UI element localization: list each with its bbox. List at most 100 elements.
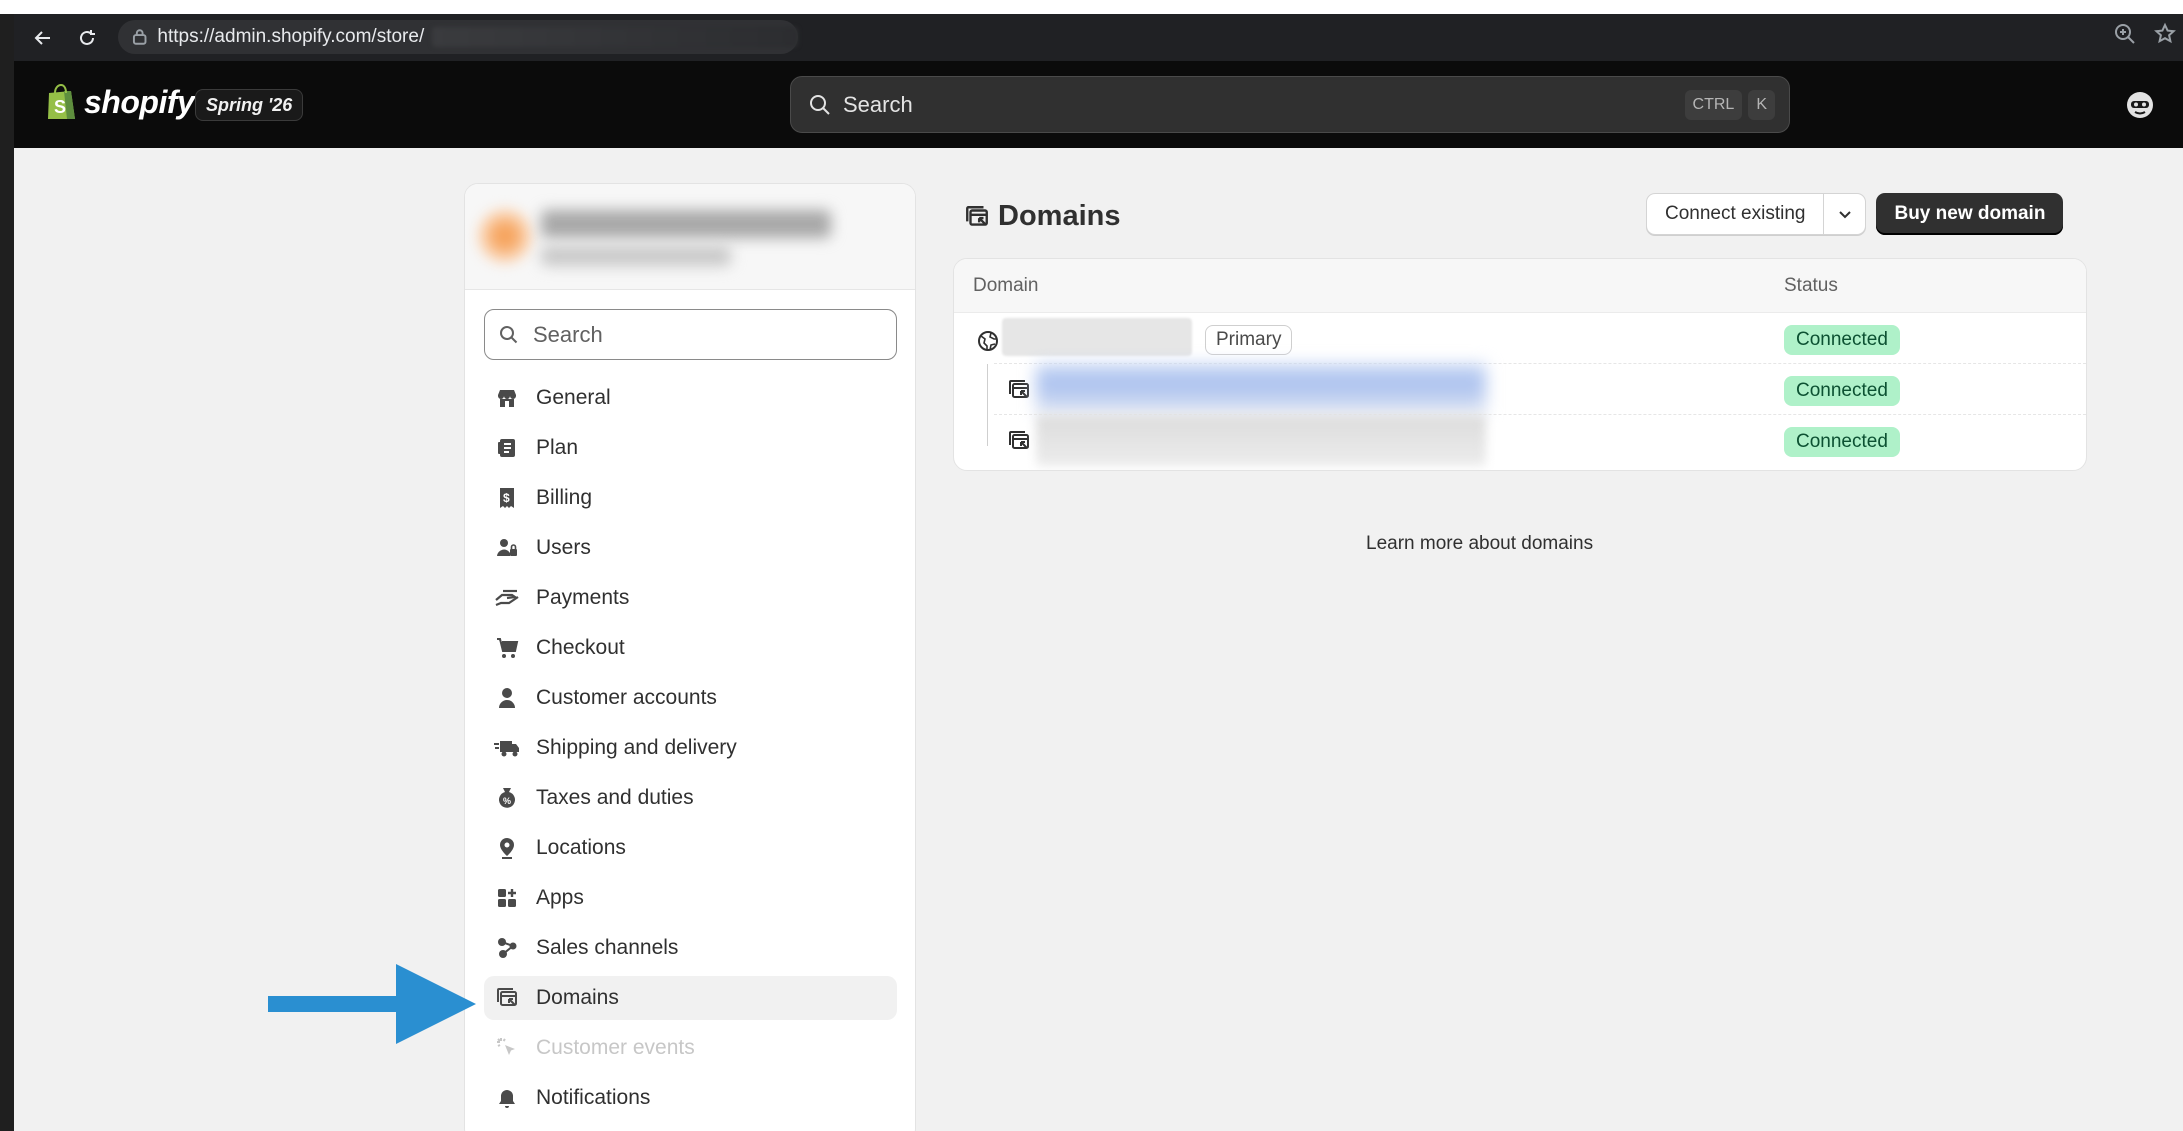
- arrow-left-icon: [34, 30, 50, 45]
- svg-text:%: %: [503, 796, 511, 806]
- tax-icon: %: [494, 785, 520, 811]
- admin-topbar: S shopify Spring '26 Search CTRL K: [14, 61, 2183, 148]
- store-header[interactable]: [465, 184, 915, 290]
- window-edge: [0, 14, 14, 1131]
- sidebar-item-label: Users: [536, 536, 591, 559]
- sidebar-item-label: Payments: [536, 586, 630, 609]
- back-button[interactable]: [28, 23, 58, 53]
- search-shortcut: CTRL K: [1684, 90, 1775, 120]
- sidebar-item-label: General: [536, 386, 611, 409]
- sidebar-item-label: Shipping and delivery: [536, 736, 737, 759]
- status-badge: Connected: [1784, 376, 1900, 406]
- table-header: Domain Status: [954, 259, 2086, 313]
- settings-search-placeholder: Search: [533, 321, 603, 347]
- users-icon: [494, 535, 520, 561]
- sidebar-item-domains[interactable]: Domains: [484, 976, 897, 1020]
- address-bar[interactable]: https://admin.shopify.com/store/: [118, 20, 798, 54]
- shortcut-key-ctrl: CTRL: [1684, 90, 1743, 120]
- reload-icon: [80, 29, 95, 45]
- sidebar-item-label: Sales channels: [536, 936, 679, 959]
- account-avatar-icon[interactable]: [2124, 89, 2156, 121]
- sidebar-item-label: Locations: [536, 836, 626, 859]
- table-row[interactable]: Connected: [954, 364, 2086, 415]
- store-url-redacted: [541, 246, 731, 266]
- zoom-icon[interactable]: [2113, 22, 2137, 46]
- bell-icon: [494, 1085, 520, 1111]
- sidebar-item-payments[interactable]: Payments: [484, 576, 897, 620]
- table-row[interactable]: Connected: [954, 415, 2086, 466]
- sidebar-item-label: Domains: [536, 986, 619, 1009]
- sidebar-item-notifications[interactable]: Notifications: [484, 1076, 897, 1120]
- svg-text:$: $: [503, 491, 510, 505]
- status-badge: Connected: [1784, 427, 1900, 457]
- sales-channels-icon: [494, 935, 520, 961]
- primary-badge: Primary: [1205, 325, 1293, 355]
- sidebar-item-locations[interactable]: Locations: [484, 826, 897, 870]
- sidebar-item-billing[interactable]: $ Billing: [484, 476, 897, 520]
- browser-toolbar: https://admin.shopify.com/store/: [14, 14, 2183, 61]
- table-row[interactable]: Primary Connected: [954, 313, 2086, 364]
- reload-button[interactable]: [72, 23, 102, 53]
- chevron-down-icon: [1839, 211, 1851, 219]
- sidebar-item-shipping-and-delivery[interactable]: Shipping and delivery: [484, 726, 897, 770]
- settings-search-input[interactable]: Search: [484, 309, 897, 360]
- sidebar-item-general[interactable]: General: [484, 376, 897, 420]
- location-icon: [494, 835, 520, 861]
- search-icon: [500, 325, 518, 343]
- column-header-status: Status: [1784, 275, 1838, 296]
- domains-icon: [494, 985, 520, 1011]
- settings-menu: General Plan $ Billing Users Payments Ch…: [484, 376, 897, 1126]
- sidebar-item-sales-channels[interactable]: Sales channels: [484, 926, 897, 970]
- url-redacted: [432, 27, 798, 47]
- learn-more-link[interactable]: Learn more about domains: [1366, 533, 1593, 555]
- store-avatar-redacted: [477, 208, 533, 264]
- payments-icon: [494, 585, 520, 611]
- svg-text:S: S: [54, 97, 66, 117]
- globe-icon: [978, 331, 998, 351]
- sidebar-item-plan[interactable]: Plan: [484, 426, 897, 470]
- search-icon: [810, 94, 830, 115]
- sidebar-item-label: Billing: [536, 486, 593, 509]
- cursor-icon: [494, 1035, 520, 1061]
- truck-icon: [494, 735, 520, 761]
- global-search[interactable]: Search CTRL K: [790, 76, 1790, 133]
- url-text: https://admin.shopify.com/store/: [157, 26, 425, 47]
- cart-icon: [494, 635, 520, 661]
- buy-new-domain-button[interactable]: Buy new domain: [1876, 193, 2064, 235]
- domains-icon: [1009, 431, 1029, 449]
- sidebar-item-label: Notifications: [536, 1086, 651, 1109]
- sidebar-item-label: Apps: [536, 886, 584, 909]
- global-search-placeholder: Search: [843, 91, 913, 117]
- page-title: Domains: [998, 200, 1121, 232]
- page-actions: Connect existing Buy new domain: [1646, 193, 2064, 235]
- billing-icon: $: [494, 485, 520, 511]
- sidebar-item-taxes-and-duties[interactable]: % Taxes and duties: [484, 776, 897, 820]
- sidebar-item-label: Customer events: [536, 1036, 695, 1059]
- store-name-redacted: [541, 210, 831, 238]
- sidebar-item-customer-accounts[interactable]: Customer accounts: [484, 676, 897, 720]
- apps-icon: [494, 885, 520, 911]
- person-icon: [494, 685, 520, 711]
- domains-icon: [966, 205, 988, 226]
- connect-options-button[interactable]: [1824, 193, 1867, 235]
- annotation-arrow-icon: [268, 964, 476, 1044]
- sidebar-item-label: Checkout: [536, 636, 625, 659]
- domains-icon: [1009, 380, 1029, 398]
- release-badge[interactable]: Spring '26: [195, 89, 304, 121]
- shopify-logo[interactable]: S shopify: [44, 83, 195, 121]
- sidebar-item-users[interactable]: Users: [484, 526, 897, 570]
- column-header-domain: Domain: [973, 275, 1039, 296]
- page-header: Domains: [964, 200, 1120, 233]
- bookmark-star-icon[interactable]: [2153, 22, 2177, 46]
- site-info-icon: [132, 29, 147, 45]
- domain-name-redacted: [1036, 415, 1486, 466]
- sidebar-item-apps[interactable]: Apps: [484, 876, 897, 920]
- shopify-bag-icon: S: [48, 83, 75, 119]
- store-icon: [494, 385, 520, 411]
- sidebar-item-label: Customer accounts: [536, 686, 717, 709]
- logo-wordmark: shopify: [84, 83, 195, 120]
- sidebar-item-customer-events[interactable]: Customer events: [484, 1026, 897, 1070]
- sidebar-item-checkout[interactable]: Checkout: [484, 626, 897, 670]
- sidebar-item-label: Taxes and duties: [536, 786, 694, 809]
- connect-existing-button[interactable]: Connect existing: [1646, 193, 1825, 235]
